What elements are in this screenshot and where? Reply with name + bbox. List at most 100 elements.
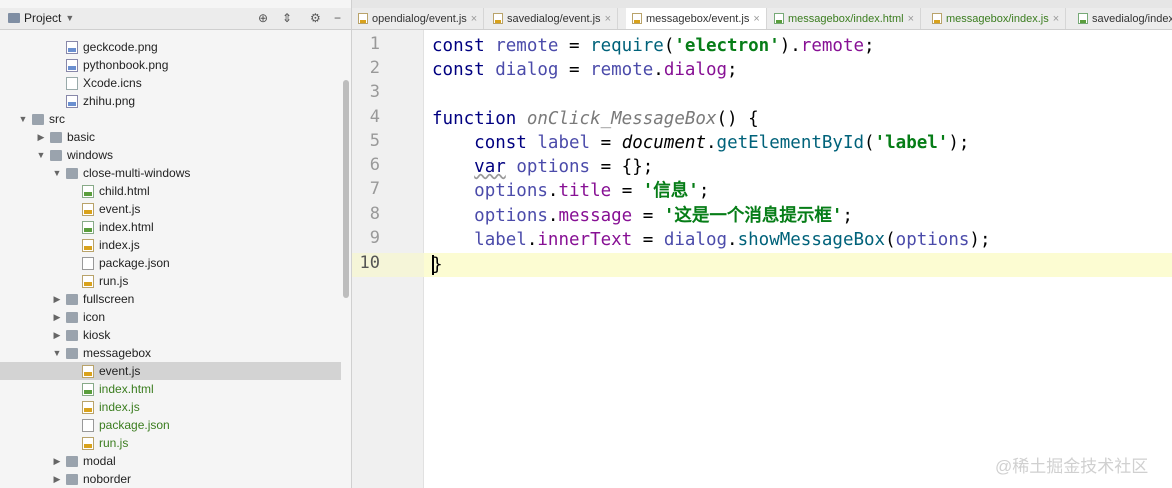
tree-item-label: run.js bbox=[99, 274, 129, 288]
folder-icon bbox=[66, 293, 78, 305]
code-line-7[interactable]: options.title = '信息'; bbox=[432, 179, 709, 203]
watermark: @稀土掘金技术社区 bbox=[995, 457, 1149, 476]
hide-panel-icon[interactable]: − bbox=[334, 11, 341, 25]
js-file-icon bbox=[82, 400, 94, 414]
tree-folder[interactable]: ▼ close-multi-windows bbox=[0, 164, 341, 182]
tab-label: savedialog/event.js bbox=[507, 12, 601, 25]
code-line-10[interactable]: } bbox=[432, 253, 443, 277]
tree-file[interactable]: pythonbook.png bbox=[0, 56, 341, 74]
folder-icon bbox=[66, 167, 78, 179]
folder-icon bbox=[66, 455, 78, 467]
tree-scrollbar[interactable] bbox=[343, 80, 349, 298]
tree-file[interactable]: index.js bbox=[0, 236, 341, 254]
line-number: 2 bbox=[369, 58, 380, 78]
editor-tab[interactable]: savedialog/event.js × bbox=[487, 8, 618, 29]
code-line-9[interactable]: label.innerText = dialog.showMessageBox(… bbox=[432, 228, 990, 252]
tree-item-label: noborder bbox=[83, 472, 132, 486]
tree-folder[interactable]: ▶ noborder bbox=[0, 470, 341, 488]
html-file-icon bbox=[82, 184, 94, 198]
close-tab-icon[interactable]: × bbox=[753, 13, 759, 25]
tree-folder[interactable]: ▶ kiosk bbox=[0, 326, 341, 344]
js-file-icon bbox=[82, 436, 94, 450]
tree-folder[interactable]: ▼ messagebox bbox=[0, 344, 341, 362]
editor-tab[interactable]: opendialog/event.js × bbox=[352, 8, 485, 29]
tree-folder[interactable]: ▶ fullscreen bbox=[0, 290, 341, 308]
tree-item-label: fullscreen bbox=[83, 292, 135, 306]
tree-file[interactable]: run.js bbox=[0, 272, 341, 290]
editor-tab[interactable]: messagebox/index.html × bbox=[768, 8, 921, 29]
editor-tab-bar: opendialog/event.js × savedialog/event.js ×… bbox=[352, 8, 1172, 30]
code-line-2[interactable]: const dialog = remote.dialog; bbox=[432, 58, 738, 82]
tab-label: savedialog/index bbox=[1092, 12, 1172, 25]
json-file-icon bbox=[82, 256, 94, 270]
tree-item-label: index.html bbox=[99, 382, 154, 396]
gear-icon[interactable]: ⚙ bbox=[310, 11, 321, 25]
tree-item-label: modal bbox=[83, 454, 116, 468]
collapse-arrow-icon[interactable]: ▶ bbox=[52, 312, 62, 323]
expand-arrow-icon[interactable]: ▼ bbox=[18, 114, 28, 124]
tree-file[interactable]: geckcode.png bbox=[0, 38, 341, 56]
close-tab-icon[interactable]: × bbox=[471, 13, 477, 25]
close-tab-icon[interactable]: × bbox=[605, 13, 611, 25]
tree-item-label: icon bbox=[83, 310, 106, 324]
editor-tab[interactable]: savedialog/index bbox=[1072, 8, 1172, 29]
expand-arrow-icon[interactable]: ▼ bbox=[52, 168, 62, 178]
code-line-4[interactable]: function onClick_MessageBox() { bbox=[432, 107, 759, 131]
folder-icon bbox=[32, 113, 44, 125]
collapse-arrow-icon[interactable]: ▶ bbox=[52, 474, 62, 485]
line-number: 6 bbox=[369, 155, 380, 175]
html-file-icon bbox=[82, 220, 94, 234]
locate-file-icon[interactable]: ⊕ bbox=[258, 11, 268, 25]
project-view-selector[interactable]: Project ▼ bbox=[8, 11, 74, 25]
tree-file[interactable]: Xcode.icns bbox=[0, 74, 341, 92]
code-line-1[interactable]: const remote = require('electron').remot… bbox=[432, 34, 875, 58]
tree-folder[interactable]: ▼ src bbox=[0, 110, 341, 128]
code-line-5[interactable]: const label = document.getElementById('l… bbox=[432, 131, 969, 155]
tree-file[interactable]: index.html bbox=[0, 380, 341, 398]
tree-file[interactable]: package.json bbox=[0, 416, 341, 434]
collapse-arrow-icon[interactable]: ▶ bbox=[52, 294, 62, 305]
line-number: 10 bbox=[359, 253, 380, 273]
tree-item-label: index.html bbox=[99, 220, 154, 234]
tree-item-label: run.js bbox=[99, 436, 129, 450]
close-tab-icon[interactable]: × bbox=[908, 13, 914, 25]
tree-file[interactable]: package.json bbox=[0, 254, 341, 272]
tree-folder[interactable]: ▶ basic bbox=[0, 128, 341, 146]
tree-item-label: close-multi-windows bbox=[83, 166, 191, 180]
code-line-8[interactable]: options.message = '这是一个消息提示框'; bbox=[432, 204, 853, 228]
close-tab-icon[interactable]: × bbox=[1053, 13, 1059, 25]
tree-item-label: event.js bbox=[99, 202, 141, 216]
folder-icon bbox=[50, 131, 62, 143]
line-number: 9 bbox=[369, 228, 380, 248]
tree-item-label: event.js bbox=[99, 364, 141, 378]
collapse-arrow-icon[interactable]: ▶ bbox=[36, 132, 46, 143]
editor-top-strip bbox=[352, 0, 1172, 8]
tree-folder[interactable]: ▼ windows bbox=[0, 146, 341, 164]
html-file-icon bbox=[82, 382, 94, 396]
tree-folder[interactable]: ▶ modal bbox=[0, 452, 341, 470]
tree-file[interactable]: zhihu.png bbox=[0, 92, 341, 110]
project-title: Project bbox=[24, 11, 62, 25]
line-number: 7 bbox=[369, 179, 380, 199]
tree-folder[interactable]: ▶ icon bbox=[0, 308, 341, 326]
editor-tab[interactable]: messagebox/event.js × bbox=[626, 8, 767, 29]
tree-file[interactable]: child.html bbox=[0, 182, 341, 200]
line-number: 4 bbox=[369, 107, 380, 127]
tree-file[interactable]: run.js bbox=[0, 434, 341, 452]
collapse-arrow-icon[interactable]: ▶ bbox=[52, 330, 62, 341]
project-toolbar: Project ▼ ⊕ ⇕ ⚙ − bbox=[0, 8, 351, 30]
html-file-icon bbox=[774, 13, 784, 24]
collapse-all-icon[interactable]: ⇕ bbox=[282, 11, 292, 25]
collapse-arrow-icon[interactable]: ▶ bbox=[52, 456, 62, 467]
tree-file[interactable]: event.js bbox=[0, 362, 341, 380]
editor-tab[interactable]: messagebox/index.js × bbox=[926, 8, 1067, 29]
tree-file[interactable]: index.js bbox=[0, 398, 341, 416]
expand-arrow-icon[interactable]: ▼ bbox=[36, 150, 46, 160]
tree-item-label: package.json bbox=[99, 418, 170, 432]
expand-arrow-icon[interactable]: ▼ bbox=[52, 348, 62, 358]
js-file-icon bbox=[82, 274, 94, 288]
tree-file[interactable]: index.html bbox=[0, 218, 341, 236]
js-file-icon bbox=[493, 13, 503, 24]
tree-file[interactable]: event.js bbox=[0, 200, 341, 218]
code-line-6[interactable]: var options = {}; bbox=[432, 155, 653, 179]
